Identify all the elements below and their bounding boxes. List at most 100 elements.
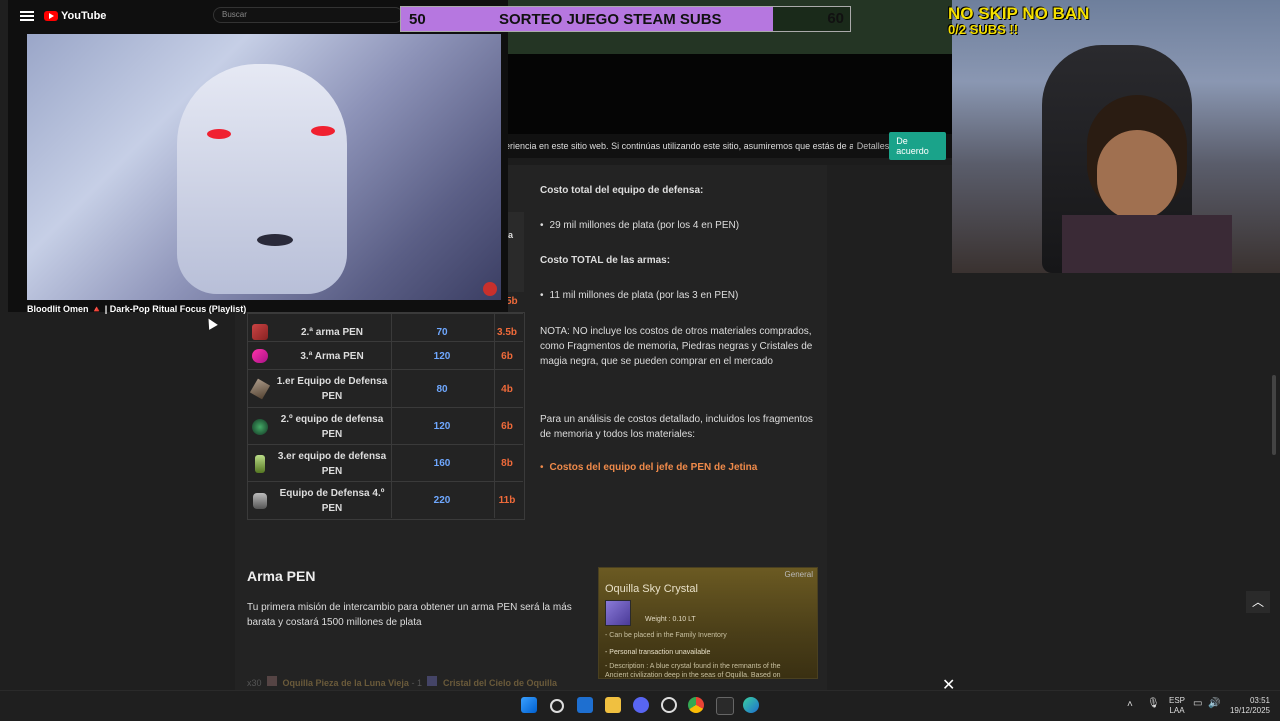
- video-title[interactable]: Bloodlit Omen 🔺 | Dark-Pop Ritual Focus …: [27, 304, 246, 315]
- cookie-details-link[interactable]: Detalles: [857, 141, 890, 151]
- language-code: ESP: [1169, 696, 1186, 705]
- clock-time: 03:51: [1249, 696, 1270, 705]
- network-icon[interactable]: ▭: [1193, 698, 1202, 709]
- microphone-icon[interactable]: 🎙: [1147, 698, 1160, 709]
- item-title: Oquilla Sky Crystal: [605, 583, 698, 595]
- edge-icon[interactable]: [743, 697, 759, 713]
- menu-icon[interactable]: [20, 11, 34, 21]
- item-line: - Description : A blue crystal found in …: [605, 663, 781, 670]
- armor-icon: [252, 418, 268, 435]
- bottom-recipe-line: x30 Oquilla Pieza de la Luna Vieja - 1 C…: [247, 676, 557, 688]
- tray-chevron-icon[interactable]: ˄: [1127, 699, 1133, 710]
- search-input[interactable]: Buscar: [213, 7, 403, 23]
- item-line: - Personal transaction unavailable: [605, 649, 711, 656]
- armor-icon: [253, 492, 267, 509]
- video-frame[interactable]: [27, 34, 501, 300]
- weapon-icon: [252, 349, 268, 363]
- youtube-brand: YouTube: [61, 10, 107, 22]
- cost-link[interactable]: Costos del equipo del jefe de PEN de Jet…: [550, 462, 758, 473]
- table-cell-pen: 120: [433, 350, 451, 362]
- search-icon[interactable]: [550, 699, 564, 713]
- table-cell-name: Equipo de Defensa 4.º PEN: [279, 487, 385, 514]
- cookie-text: periencia en este sitio web. Si continúa…: [500, 141, 853, 151]
- play-icon: [44, 11, 58, 21]
- cookie-banner: periencia en este sitio web. Si continúa…: [500, 132, 952, 160]
- lips: [257, 234, 293, 246]
- record-icon: [483, 282, 497, 296]
- recipe-item-1[interactable]: Oquilla Pieza de la Luna Vieja: [283, 678, 409, 688]
- table-cell-name: 3.ª Arma PEN: [300, 350, 364, 362]
- sorteo-title: SORTEO JUEGO STEAM SUBS: [499, 10, 722, 28]
- recipe-prefix: x30: [247, 678, 262, 688]
- item-category: General: [784, 570, 813, 579]
- language-indicator[interactable]: ESP LAA: [1169, 696, 1185, 716]
- defense-total-label: Costo total del equipo de defensa:: [540, 185, 704, 196]
- chrome-icon[interactable]: [688, 697, 704, 713]
- pen-cost-table: 2.ª arma PEN 70 3.5b 3.ª Arma PEN 120 6b…: [247, 292, 525, 520]
- table-cell-pen: 160: [433, 458, 451, 469]
- person-face: [1097, 130, 1177, 220]
- section-text: Tu primera misión de intercambio para ob…: [247, 602, 572, 628]
- chatgpt-icon[interactable]: [661, 697, 677, 713]
- weapons-total-value: 11 mil millones de plata (por las 3 en P…: [540, 290, 739, 301]
- table-row: 1.er Equipo de Defensa PEN 80 4b: [247, 369, 523, 408]
- left-eye: [207, 129, 231, 139]
- table-cell-pen: 220: [433, 495, 451, 506]
- table-cell-name: 3.er equipo de defensa PEN: [277, 450, 387, 477]
- table-cell-name: 2.º equipo de defensa PEN: [280, 413, 384, 440]
- item-tooltip: General Oquilla Sky Crystal Weight : 0.1…: [598, 567, 818, 679]
- table-cell-name: 1.er Equipo de Defensa PEN: [276, 376, 388, 402]
- analysis-text: Para un análisis de costos detallado, in…: [540, 414, 813, 440]
- table-cell-cost: 11b: [498, 495, 516, 506]
- recipe-icon: [267, 676, 278, 686]
- defense-total-value: 29 mil millones de plata (por los 4 en P…: [540, 220, 740, 231]
- cookie-accept-button[interactable]: De acuerdo: [889, 132, 946, 160]
- noskip-banner: NO SKIP NO BAN: [948, 4, 1090, 23]
- crystal-icon: [427, 676, 438, 686]
- table-cell-name: 2.ª arma PEN: [300, 326, 364, 338]
- sorteo-progress: 50 SORTEO JUEGO STEAM SUBS 60: [400, 6, 851, 32]
- table-row: 3.ª Arma PEN 120 6b: [247, 341, 523, 370]
- table-cell-cost: 4b: [501, 383, 513, 395]
- table-row: 2.º equipo de defensa PEN 120 6b: [247, 407, 523, 445]
- table-cell-pen: 70: [436, 326, 448, 338]
- table-cell-cost: 6b: [501, 350, 513, 362]
- discord-icon[interactable]: [633, 697, 649, 713]
- scrollbar-thumb[interactable]: [1272, 375, 1276, 455]
- weapon-icon: [252, 324, 268, 340]
- item-weight: Weight : 0.10 LT: [645, 616, 696, 623]
- chevron-up-icon: ︿: [1251, 595, 1264, 609]
- recipe-item-2[interactable]: Cristal del Cielo de Oquilla: [443, 678, 557, 688]
- folder-icon[interactable]: [605, 697, 621, 713]
- boots-icon: [255, 454, 265, 473]
- sorteo-count: 50: [409, 10, 426, 28]
- note-text: NOTA: NO incluye los costos de otros mat…: [540, 326, 813, 367]
- armor-icon: [249, 378, 271, 400]
- person-shirt: [1062, 215, 1232, 273]
- table-cell-cost: 6b: [501, 421, 513, 432]
- recipe-separator: - 1: [411, 678, 422, 688]
- app-icon[interactable]: [716, 697, 734, 715]
- webcam-feed: [952, 0, 1280, 273]
- sorteo-goal: 60: [827, 10, 844, 27]
- clock-date: 19/12/2025: [1229, 706, 1270, 715]
- table-cell-cost: 8b: [501, 458, 513, 469]
- crystal-icon: [605, 600, 631, 626]
- table-row: Equipo de Defensa 4.º PEN 220 11b: [247, 481, 523, 519]
- keyboard-layout: LAA: [1169, 706, 1185, 715]
- windows-start-icon[interactable]: [521, 697, 537, 713]
- scroll-top-button[interactable]: ︿: [1246, 591, 1270, 613]
- site-banner: [508, 54, 952, 134]
- section-title: Arma PEN: [247, 568, 316, 584]
- table-row: 3.er equipo de defensa PEN 160 8b: [247, 444, 523, 482]
- character-face: [177, 64, 347, 294]
- outlook-icon[interactable]: [577, 697, 593, 713]
- item-line: - Can be placed in the Family Inventory: [605, 632, 727, 639]
- weapons-total-label: Costo TOTAL de las armas:: [540, 255, 671, 266]
- youtube-player: YouTube Buscar Bloodlit Omen 🔺 | Dark-Po…: [8, 0, 508, 315]
- table-cell-pen: 80: [436, 383, 448, 395]
- volume-icon[interactable]: 🔊: [1208, 698, 1220, 709]
- youtube-logo[interactable]: YouTube: [44, 10, 106, 22]
- right-eye: [311, 126, 335, 136]
- clock[interactable]: 03:51 19/12/2025: [1226, 696, 1270, 716]
